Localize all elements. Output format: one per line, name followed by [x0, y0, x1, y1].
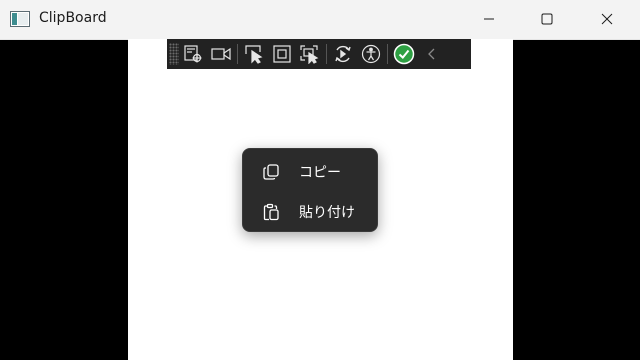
maximize-icon — [541, 10, 553, 29]
live-visual-tree-icon[interactable] — [179, 40, 207, 68]
accessibility-icon[interactable] — [357, 40, 385, 68]
check-status-icon[interactable] — [390, 40, 418, 68]
collapse-chevron-icon[interactable] — [418, 40, 446, 68]
minimize-button[interactable] — [466, 0, 512, 39]
menu-item-label: コピー — [299, 165, 341, 181]
app-window-icon — [10, 11, 30, 27]
toolbar-separator — [326, 44, 327, 64]
close-icon — [601, 10, 613, 29]
menu-item-copy[interactable]: コピー — [247, 155, 373, 189]
app-window: ClipBoard コピー 貼り付け — [0, 0, 640, 360]
menu-item-paste[interactable]: 貼り付け — [247, 195, 373, 229]
context-menu: コピー 貼り付け — [242, 148, 378, 232]
window-title: ClipBoard — [39, 10, 107, 26]
toolbar-separator — [237, 44, 238, 64]
copy-icon — [261, 162, 281, 182]
camera-icon[interactable] — [207, 40, 235, 68]
hot-reload-icon[interactable] — [329, 40, 357, 68]
maximize-button[interactable] — [524, 0, 570, 39]
paste-icon — [261, 202, 281, 222]
track-focused-element-icon[interactable] — [296, 40, 324, 68]
title-bar[interactable]: ClipBoard — [0, 0, 640, 40]
menu-item-label: 貼り付け — [299, 205, 355, 221]
toolbar-grip-handle[interactable] — [169, 43, 179, 65]
close-button[interactable] — [584, 0, 630, 39]
runtime-dev-toolbar — [167, 39, 471, 69]
toolbar-separator — [387, 44, 388, 64]
display-layout-adorners-icon[interactable] — [268, 40, 296, 68]
minimize-icon — [483, 10, 495, 29]
select-element-icon[interactable] — [240, 40, 268, 68]
